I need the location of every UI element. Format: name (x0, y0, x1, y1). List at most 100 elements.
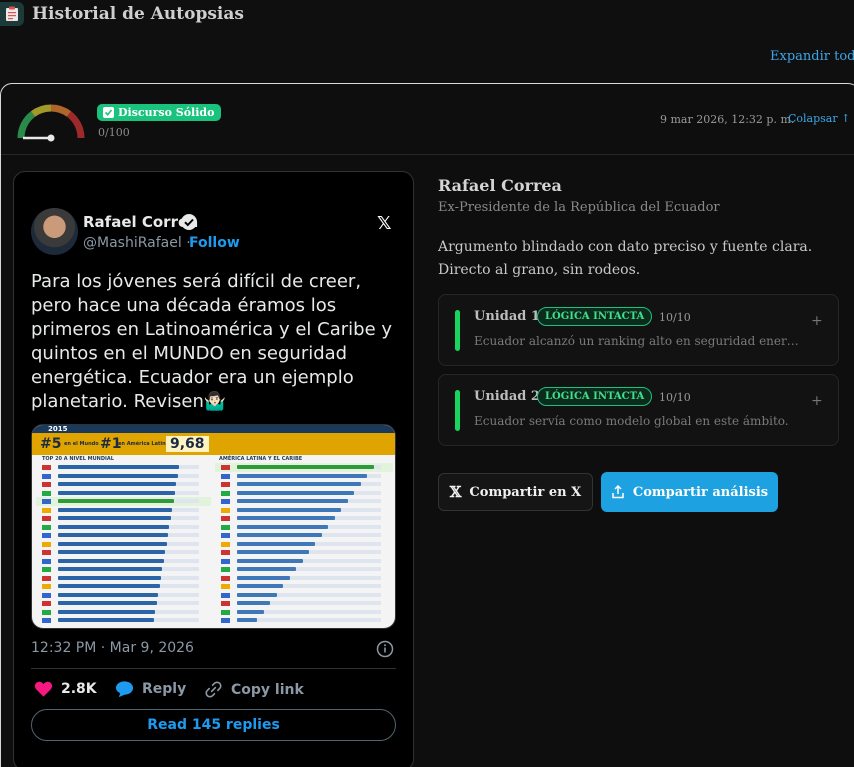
infographic-row (215, 531, 393, 540)
logic-unit-card[interactable]: Unidad 2 LÓGICA INTACTA 10/10 + Ecuador … (438, 374, 839, 446)
tweet-handle-text[interactable]: @MashiRafael (83, 235, 182, 251)
infographic-row (36, 489, 211, 498)
flag-icon (221, 533, 230, 538)
infographic-row (36, 608, 211, 617)
infographic-bar (237, 524, 328, 529)
infographic-bar (237, 499, 348, 503)
infographic-bar (237, 601, 270, 605)
infographic-row (215, 480, 393, 489)
share-on-x-button[interactable]: 𝕏 Compartir en X (438, 473, 593, 511)
flag-icon (221, 609, 230, 615)
infographic-row (36, 472, 211, 481)
infographic-bar (58, 550, 165, 554)
infographic-row (36, 514, 211, 523)
flag-icon (42, 584, 51, 589)
infographic-bar (58, 533, 168, 537)
unit-description: Ecuador servía como modelo global en est… (474, 414, 789, 428)
flag-icon (42, 507, 51, 513)
tweet-time[interactable]: 12:32 PM · Mar 9, 2026 (31, 640, 194, 656)
collapse-button[interactable]: Colapsar ↑ (788, 112, 850, 125)
unit-title: Unidad 1 (474, 309, 540, 324)
flag-icon (221, 618, 230, 623)
like-button[interactable]: 2.8K (34, 680, 97, 698)
infographic-row (36, 582, 211, 591)
flag-icon (221, 575, 230, 581)
infographic-row (215, 599, 393, 608)
infographic-right-rows (215, 463, 393, 625)
reply-button[interactable]: Reply (115, 680, 186, 698)
infographic-top-bar (32, 425, 395, 433)
infographic-row (215, 574, 393, 583)
infographic-bar (237, 473, 367, 478)
follow-link[interactable]: Follow (189, 235, 240, 251)
status-badge-label: Discurso Sólido (118, 106, 215, 119)
read-replies-button[interactable]: Read 145 replies (31, 709, 396, 741)
infographic-bar (58, 567, 162, 571)
infographic-bar (237, 609, 264, 614)
copy-link-label: Copy link (231, 681, 304, 698)
infographic-row (215, 608, 393, 617)
flag-icon (221, 601, 230, 606)
infographic-bar (58, 592, 158, 597)
reply-label: Reply (142, 681, 187, 697)
flag-icon (42, 609, 51, 615)
infographic-row (36, 531, 211, 540)
speaker-role: Ex-Presidente de la República del Ecuado… (438, 200, 720, 215)
unit-description: Ecuador alcanzó un ranking alto en segur… (474, 334, 804, 348)
entry-header[interactable]: Discurso Sólido 0/100 9 mar 2026, 12:32 … (1, 84, 854, 155)
flag-icon (42, 592, 51, 598)
tweet-divider (31, 668, 396, 669)
tweet-image-infographic[interactable]: 2015 #5 en el Mundo #1 en América Latina… (31, 424, 396, 629)
copy-link-button[interactable]: Copy link (204, 680, 304, 699)
speech-bubble-icon (115, 681, 134, 698)
logic-unit-card[interactable]: Unidad 1 LÓGICA INTACTA 10/10 + Ecuador … (438, 294, 839, 366)
infographic-bar (58, 465, 179, 469)
flag-icon (221, 567, 230, 572)
info-icon[interactable] (376, 640, 394, 658)
infographic-year: 2015 (44, 425, 72, 433)
infographic-bar (58, 516, 171, 520)
infographic-bar (237, 482, 361, 486)
unit-verdict-badge: LÓGICA INTACTA (537, 307, 653, 326)
infographic-bar (58, 524, 169, 529)
tweet-handle[interactable]: @MashiRafael · (83, 235, 191, 251)
infographic-row (36, 506, 211, 515)
heart-icon (34, 681, 53, 697)
flag-icon (221, 592, 230, 598)
link-icon (205, 681, 222, 698)
avatar[interactable] (31, 208, 78, 255)
stat-rank-latam-label: en América Latina (118, 441, 170, 447)
infographic-row (36, 497, 211, 506)
infographic-row (36, 565, 211, 574)
expand-unit-icon[interactable]: + (811, 393, 823, 409)
infographic-stats-band: #5 en el Mundo #1 en América Latina 9,68 (32, 433, 395, 455)
unit-score: 10/10 (659, 311, 691, 324)
share-analysis-button[interactable]: Compartir análisis (601, 472, 778, 512)
score-gauge (17, 104, 85, 142)
flag-icon (221, 507, 230, 513)
x-logo-icon[interactable]: 𝕏 (377, 213, 392, 234)
infographic-bar (237, 490, 354, 495)
infographic-row (36, 480, 211, 489)
expand-unit-icon[interactable]: + (811, 313, 823, 329)
expand-all-button[interactable]: Expandir todos (770, 49, 854, 64)
infographic-bar (58, 499, 174, 503)
flag-icon (221, 558, 230, 564)
infographic-row (215, 506, 393, 515)
infographic-bar (58, 558, 164, 563)
infographic-bar (237, 567, 296, 571)
flag-icon (42, 524, 51, 530)
infographic-row (215, 582, 393, 591)
infographic-bar (58, 609, 155, 614)
flag-icon (42, 541, 51, 547)
stat-rank-world-label: en el Mundo (64, 441, 99, 447)
infographic-row (215, 591, 393, 600)
infographic-row (215, 565, 393, 574)
infographic-row (215, 548, 393, 557)
clipboard-icon (0, 2, 24, 26)
share-analysis-label: Compartir análisis (632, 484, 769, 500)
infographic-row (36, 540, 211, 549)
flag-icon (42, 550, 51, 555)
infographic-bar (237, 618, 257, 622)
infographic-bar (237, 558, 303, 563)
